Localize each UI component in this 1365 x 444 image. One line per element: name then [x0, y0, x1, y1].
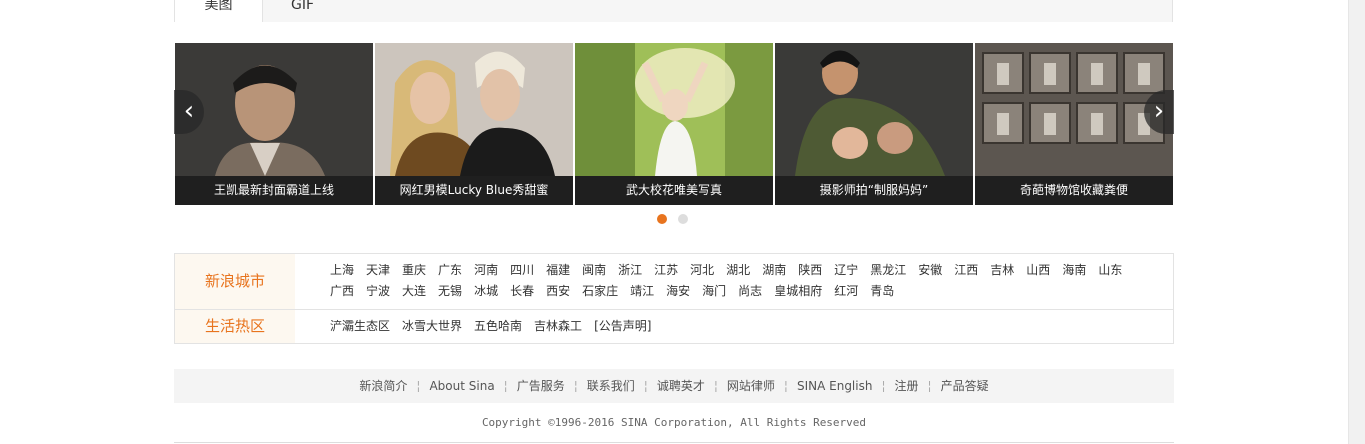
city-link[interactable]: 广东: [438, 260, 462, 281]
footer-link[interactable]: 注册: [895, 379, 919, 393]
footer-link[interactable]: 网站律师: [727, 379, 775, 393]
city-link[interactable]: 皇城相府: [774, 281, 822, 302]
city-link[interactable]: 四川: [510, 260, 534, 281]
slide-caption[interactable]: 武大校花唯美写真: [575, 176, 773, 205]
footer-link[interactable]: 产品答疑: [941, 379, 989, 393]
life-link[interactable]: 浐灞生态区: [330, 316, 390, 337]
city-link[interactable]: 长春: [510, 281, 534, 302]
carousel-slide[interactable]: 网红男模Lucky Blue秀甜蜜: [375, 43, 573, 205]
city-link[interactable]: 尚志: [738, 281, 762, 302]
city-link[interactable]: 山西: [1026, 260, 1050, 281]
city-link[interactable]: 石家庄: [582, 281, 618, 302]
city-links-box: 新浪城市 上海 天津 重庆 广东 河南 四川 福建 闽南 浙江 江苏 河北 湖北 湖南 陕西 辽宁 黑龙江 安徽…: [174, 253, 1174, 344]
city-link[interactable]: 福建: [546, 260, 570, 281]
city-link[interactable]: 青岛: [870, 281, 894, 302]
footer-separator: ¦: [783, 379, 788, 393]
city-link[interactable]: 无锡: [438, 281, 462, 302]
footer-link[interactable]: About Sina: [429, 379, 494, 393]
carousel-slide[interactable]: 武大校花唯美写真: [575, 43, 773, 205]
footer-separator: ¦: [643, 379, 648, 393]
city-link[interactable]: 红河: [834, 281, 858, 302]
footer-link[interactable]: 广告服务: [517, 379, 565, 393]
carousel-slide[interactable]: 奇葩博物馆收藏粪便: [975, 43, 1173, 205]
city-link[interactable]: 广西: [330, 281, 354, 302]
carousel-dot[interactable]: [657, 214, 667, 224]
footer-separator: ¦: [927, 379, 932, 393]
life-section-title[interactable]: 生活热区: [175, 310, 295, 343]
slide-image[interactable]: [375, 43, 573, 176]
slide-image[interactable]: [575, 43, 773, 176]
life-link[interactable]: [公告声明]: [594, 316, 651, 337]
life-link[interactable]: 冰雪大世界: [402, 316, 462, 337]
slide-caption[interactable]: 网红男模Lucky Blue秀甜蜜: [375, 176, 573, 205]
life-row: 生活热区 浐灞生态区 冰雪大世界 五色哈南 吉林森工 [公告声明]: [175, 310, 1173, 343]
footer-nav: 新浪简介 ¦ About Sina ¦ 广告服务 ¦ 联系我们 ¦ 诚聘英才 ¦ 网站律师 ¦ SINA…: [174, 369, 1174, 403]
city-link[interactable]: 吉林: [990, 260, 1014, 281]
copyright-text: Copyright ©1996-2016 SINA Corporation, A…: [481, 416, 867, 429]
city-link[interactable]: 重庆: [402, 260, 426, 281]
footer-separator: ¦: [881, 379, 886, 393]
city-row: 新浪城市 上海 天津 重庆 广东 河南 四川 福建 闽南 浙江 江苏 河北 湖北 湖南 陕西 辽宁 黑龙江 安徽…: [175, 254, 1173, 310]
city-link[interactable]: 辽宁: [834, 260, 858, 281]
photo-tabs: 美图 GIF: [174, 0, 1173, 22]
city-link[interactable]: 湖南: [762, 260, 786, 281]
tab-meitu[interactable]: 美图: [174, 0, 263, 22]
life-link[interactable]: 吉林森工: [534, 316, 582, 337]
city-link[interactable]: 河北: [690, 260, 714, 281]
carousel-slide[interactable]: 摄影师拍“制服妈妈”: [775, 43, 973, 205]
city-link[interactable]: 海门: [702, 281, 726, 302]
city-link[interactable]: 上海: [330, 260, 354, 281]
slide-caption[interactable]: 摄影师拍“制服妈妈”: [775, 176, 973, 205]
city-link[interactable]: 浙江: [618, 260, 642, 281]
life-link-list: 浐灞生态区 冰雪大世界 五色哈南 吉林森工 [公告声明]: [330, 316, 1160, 337]
photo-carousel: 王凯最新封面霸道上线 网红男模Lucky Blue秀甜蜜 武大校花唯美写真 摄影…: [175, 43, 1173, 205]
slide-caption[interactable]: 王凯最新封面霸道上线: [175, 176, 373, 205]
slide-image[interactable]: [775, 43, 973, 176]
city-link[interactable]: 山东: [1098, 260, 1122, 281]
footer-separator: ¦: [503, 379, 508, 393]
tab-gif[interactable]: GIF: [263, 0, 1173, 22]
city-link[interactable]: 天津: [366, 260, 390, 281]
footer-link[interactable]: 联系我们: [587, 379, 635, 393]
city-link[interactable]: 宁波: [366, 281, 390, 302]
footer-link[interactable]: 新浪简介: [359, 379, 407, 393]
carousel-dots: [657, 214, 697, 226]
city-link[interactable]: 西安: [546, 281, 570, 302]
footer-link[interactable]: 诚聘英才: [657, 379, 705, 393]
footer-separator: ¦: [713, 379, 718, 393]
footer-separator: ¦: [573, 379, 578, 393]
city-link-list: 上海 天津 重庆 广东 河南 四川 福建 闽南 浙江 江苏 河北 湖北 湖南 陕西 辽宁 黑龙江 安徽 江西 吉林山…: [330, 260, 1160, 302]
city-link[interactable]: 湖北: [726, 260, 750, 281]
city-link[interactable]: 冰城: [474, 281, 498, 302]
vertical-scrollbar[interactable]: [1348, 0, 1365, 444]
city-link[interactable]: 河南: [474, 260, 498, 281]
footer-separator: ¦: [416, 379, 421, 393]
city-link[interactable]: 江苏: [654, 260, 678, 281]
slide-caption[interactable]: 奇葩博物馆收藏粪便: [975, 176, 1173, 205]
divider: [174, 442, 1174, 443]
slide-image[interactable]: [175, 43, 373, 176]
city-section-title[interactable]: 新浪城市: [175, 254, 295, 309]
carousel-slide[interactable]: 王凯最新封面霸道上线: [175, 43, 373, 205]
footer-link[interactable]: SINA English: [797, 379, 873, 393]
city-link[interactable]: 海南: [1062, 260, 1086, 281]
chevron-left-icon: ‹: [183, 96, 195, 126]
city-link[interactable]: 靖江: [630, 281, 654, 302]
city-link[interactable]: 海安: [666, 281, 690, 302]
city-link[interactable]: 安徽: [918, 260, 942, 281]
life-link[interactable]: 五色哈南: [474, 316, 522, 337]
chevron-right-icon: ›: [1153, 96, 1165, 126]
city-link[interactable]: 黑龙江: [870, 260, 906, 281]
city-link[interactable]: 闽南: [582, 260, 606, 281]
carousel-dot[interactable]: [678, 214, 688, 224]
city-link[interactable]: 大连: [402, 281, 426, 302]
city-link[interactable]: 陕西: [798, 260, 822, 281]
city-link[interactable]: 江西: [954, 260, 978, 281]
